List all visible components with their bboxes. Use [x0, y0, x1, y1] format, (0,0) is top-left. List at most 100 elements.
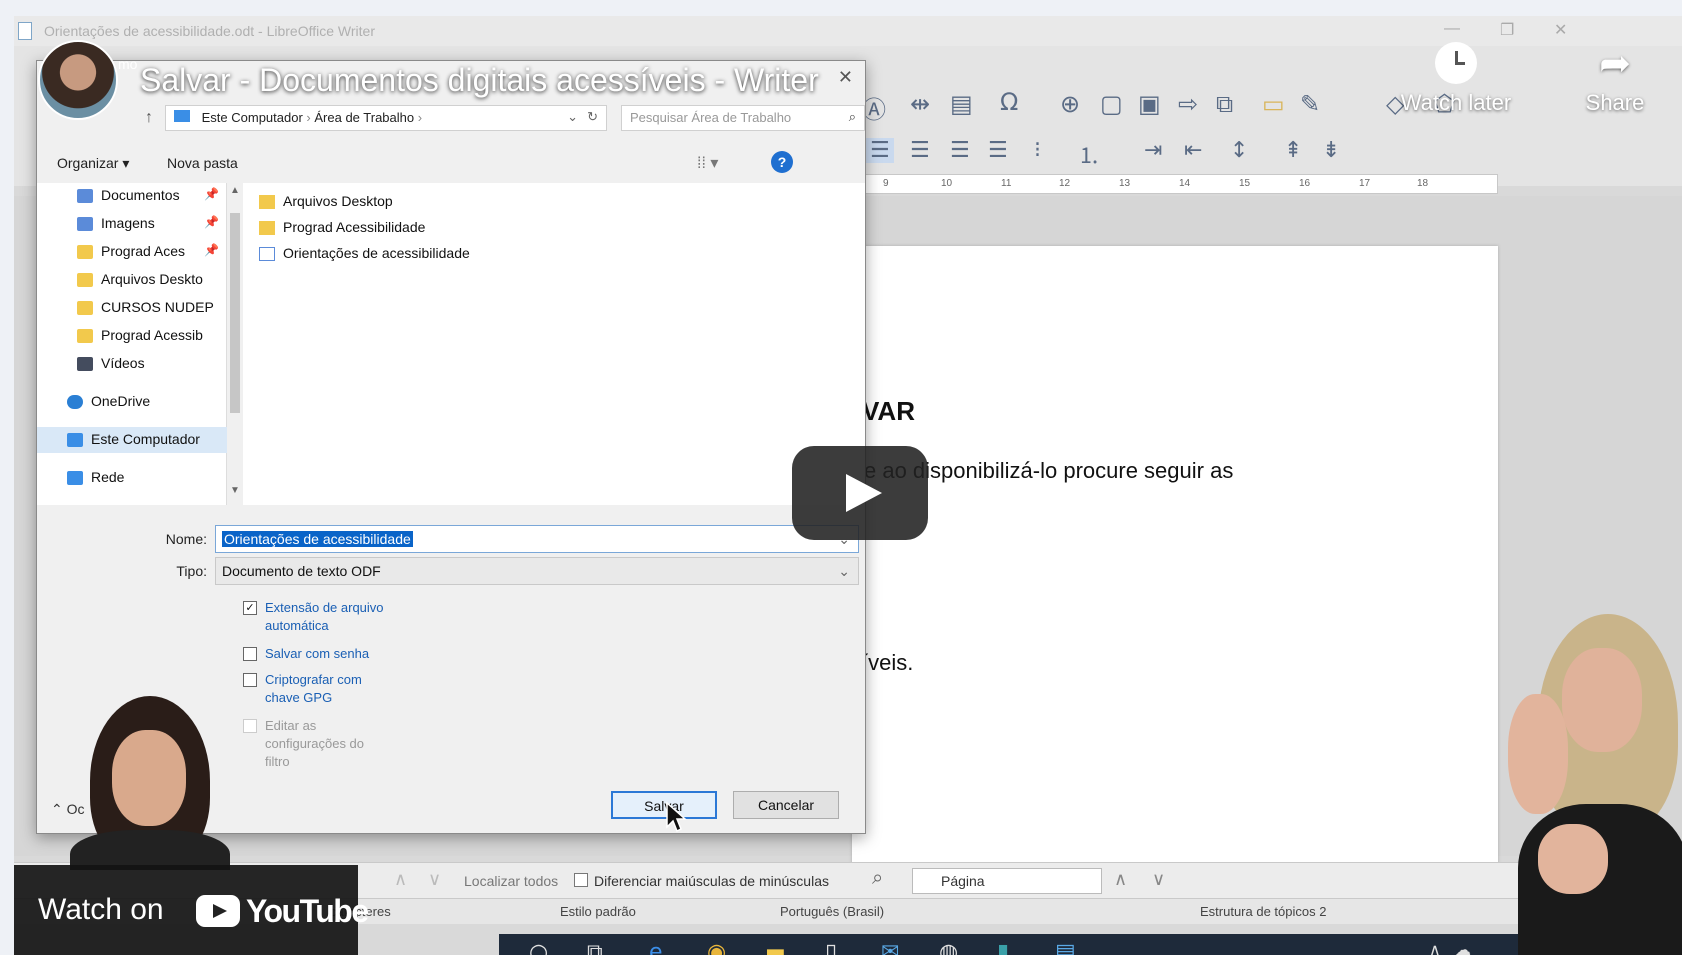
channel-name: mo: [118, 56, 138, 72]
file-type-select[interactable]: Documento de texto ODF ⌄: [215, 557, 859, 585]
cortana-icon[interactable]: ○: [529, 940, 548, 955]
refresh-icon[interactable]: ↻: [587, 109, 598, 125]
file-type-label: Tipo:: [176, 563, 207, 579]
increase-indent-icon[interactable]: ⇥: [1144, 138, 1162, 163]
bullets-icon[interactable]: ⁝: [1034, 138, 1041, 163]
find-next-icon[interactable]: ∨: [428, 869, 441, 890]
address-dropdown-icon[interactable]: ⌄: [567, 109, 578, 125]
hyperlink-icon[interactable]: ⊕: [1060, 90, 1080, 118]
navigation-pane: Documentos 📌 Imagens 📌 Prograd Aces 📌 Arqui…: [37, 183, 227, 505]
new-folder-button[interactable]: Nova pasta: [167, 155, 238, 171]
task-view-icon[interactable]: ⧉: [587, 940, 603, 955]
chevron-down-icon[interactable]: ⌄: [838, 563, 850, 580]
special-character-icon[interactable]: Ω: [1000, 88, 1018, 116]
cross-reference-icon[interactable]: ⧉: [1216, 90, 1233, 118]
nav-item-arquivos-desktop[interactable]: Arquivos Deskto: [37, 267, 227, 293]
address-bar[interactable]: Este Computador › Área de Trabalho › ⌄ ↻: [165, 105, 607, 131]
scroll-up-icon[interactable]: ▲: [230, 185, 240, 196]
close-window-icon[interactable]: ✕: [1554, 20, 1567, 40]
save-with-password-checkbox[interactable]: Salvar com senha: [243, 645, 413, 663]
nav-item-rede[interactable]: Rede: [37, 465, 227, 491]
dialog-close-icon[interactable]: ✕: [838, 67, 853, 88]
align-left-icon[interactable]: ☰: [866, 138, 894, 163]
footnote-icon[interactable]: ▢: [1100, 90, 1123, 118]
chrome-icon[interactable]: ◉: [707, 940, 726, 955]
find-all-button[interactable]: Localizar todos: [464, 873, 558, 889]
document-page[interactable]: VAR e ao disponibilizá-lo procure seguir…: [852, 246, 1498, 886]
onedrive-tray-icon[interactable]: ☁: [1455, 940, 1471, 955]
navigate-by-combo[interactable]: Página: [912, 868, 1102, 894]
endnote-icon[interactable]: ▣: [1138, 90, 1161, 118]
find-previous-icon[interactable]: ∧: [394, 869, 407, 890]
list-item[interactable]: Orientações de acessibilidade: [259, 241, 470, 265]
organize-button[interactable]: Organizar ▾: [57, 155, 129, 172]
obs-icon[interactable]: ◍: [939, 940, 958, 955]
language-status[interactable]: Português (Brasil): [780, 904, 884, 919]
align-center-icon[interactable]: ☰: [910, 138, 930, 163]
page-style[interactable]: Estilo padrão: [560, 904, 636, 919]
nav-down-icon[interactable]: ∨: [1152, 869, 1165, 890]
paragraph-spacing-up-icon[interactable]: ⇞: [1284, 138, 1302, 163]
view-options-icon[interactable]: ⁞⁞ ▾: [697, 153, 718, 173]
folder-search-input[interactable]: Pesquisar Área de Trabalho ⌕: [621, 105, 865, 131]
nav-item-prograd-aces[interactable]: Prograd Aces 📌: [37, 239, 227, 265]
find-replace-icon[interactable]: ⌕: [872, 867, 883, 890]
nav-item-videos[interactable]: Vídeos: [37, 351, 227, 377]
scroll-thumb[interactable]: [230, 213, 240, 413]
video-title[interactable]: Salvar - Documentos digitais acessíveis …: [140, 62, 819, 99]
auto-extension-checkbox[interactable]: ✓ Extensão de arquivo automática: [243, 599, 413, 635]
numbering-icon[interactable]: ⒈: [1078, 138, 1100, 170]
tray-chevron-icon[interactable]: ∧: [1429, 940, 1441, 955]
ruler-tick: 13: [1119, 178, 1131, 189]
track-changes-icon[interactable]: ✎: [1300, 90, 1320, 118]
ruler-tick: 18: [1417, 178, 1429, 189]
line-spacing-icon[interactable]: ↕: [1230, 138, 1248, 163]
watch-on-youtube-button[interactable]: Watch on YouTube: [14, 865, 369, 955]
edge-icon[interactable]: e: [649, 940, 663, 955]
scroll-down-icon[interactable]: ▼: [230, 485, 240, 496]
nav-item-imagens[interactable]: Imagens 📌: [37, 211, 227, 237]
nav-item-prograd-acessib[interactable]: Prograd Acessib: [37, 323, 227, 349]
file-name-input[interactable]: Orientações de acessibilidade ⌄: [215, 525, 859, 553]
nav-up-icon[interactable]: ∧: [1114, 869, 1127, 890]
nav-item-documentos[interactable]: Documentos 📌: [37, 183, 227, 209]
maximize-icon[interactable]: ❐: [1500, 20, 1514, 40]
paragraph-spacing-down-icon[interactable]: ⇟: [1322, 138, 1340, 163]
watch-later-button[interactable]: Watch later: [1382, 42, 1530, 116]
app-icon[interactable]: ▮: [997, 940, 1009, 955]
page-break-icon[interactable]: ⇹: [910, 90, 930, 118]
justify-icon[interactable]: ☰: [988, 138, 1008, 163]
up-arrow-icon[interactable]: ↑: [145, 109, 153, 127]
document-icon[interactable]: ▯: [825, 940, 837, 955]
save-button[interactable]: Salvar: [611, 791, 717, 819]
nav-item-onedrive[interactable]: OneDrive: [37, 389, 227, 415]
writer-taskbar-icon[interactable]: ▤: [1055, 940, 1076, 955]
help-icon[interactable]: ?: [771, 151, 793, 173]
ruler-tick: 17: [1359, 178, 1371, 189]
horizontal-ruler[interactable]: 9 10 11 12 13 14 15 16 17 18: [852, 174, 1498, 194]
cancel-button[interactable]: Cancelar: [733, 791, 839, 819]
list-item[interactable]: Arquivos Desktop: [259, 189, 393, 213]
match-case-checkbox[interactable]: [574, 873, 588, 887]
pin-icon: 📌: [204, 187, 219, 201]
mail-icon[interactable]: ✉: [881, 940, 899, 955]
folder-icon: [259, 195, 275, 209]
list-item[interactable]: Prograd Acessibilidade: [259, 215, 425, 239]
decrease-indent-icon[interactable]: ⇤: [1184, 138, 1202, 163]
minimize-icon[interactable]: —: [1444, 20, 1460, 38]
sign-language-interpreter: [1478, 614, 1682, 955]
gpg-encrypt-checkbox[interactable]: Criptografar com chave GPG: [243, 671, 383, 707]
nav-scrollbar[interactable]: ▲ ▼: [227, 183, 243, 505]
nav-item-este-computador[interactable]: Este Computador: [37, 427, 227, 453]
comment-icon[interactable]: ▭: [1262, 90, 1285, 118]
nav-item-cursos-nudep[interactable]: CURSOS NUDEP: [37, 295, 227, 321]
play-button[interactable]: [792, 446, 928, 540]
share-button[interactable]: ➦ Share: [1570, 42, 1660, 116]
channel-avatar[interactable]: [38, 40, 118, 120]
bookmark-icon[interactable]: ⇨: [1178, 90, 1198, 118]
field-icon[interactable]: ▤: [950, 90, 973, 118]
writer-window-title: Orientações de acessibilidade.odt - Libr…: [44, 23, 375, 39]
align-right-icon[interactable]: ☰: [950, 138, 970, 163]
address-root: Este Computador: [201, 110, 303, 125]
file-explorer-icon[interactable]: ▬: [765, 940, 786, 955]
